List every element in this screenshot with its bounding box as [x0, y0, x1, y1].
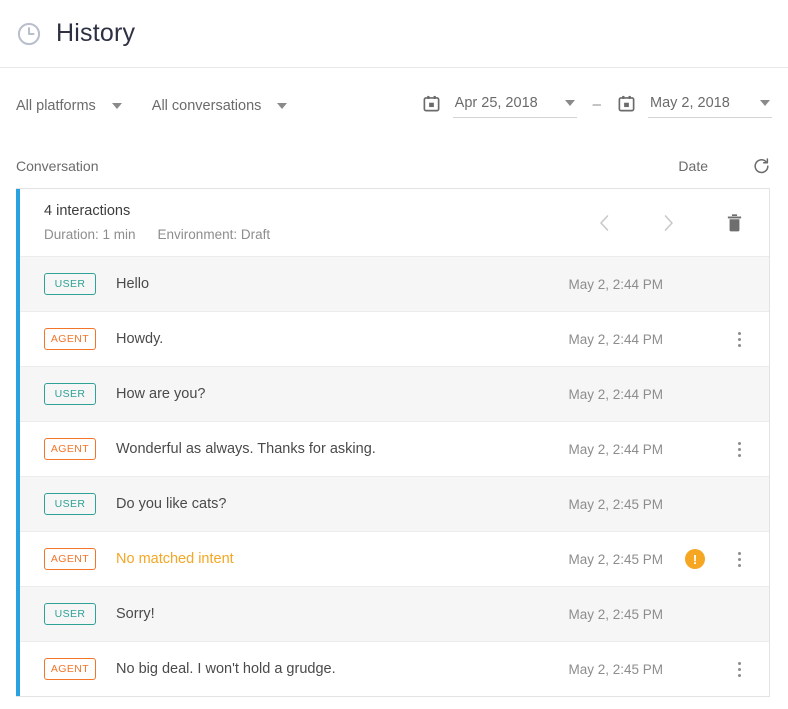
date-to-field[interactable]: May 2, 2018: [648, 95, 772, 118]
chevron-down-icon: [112, 103, 122, 109]
message-text: Hello: [116, 276, 149, 292]
conversation-card: 4 interactions Duration: 1 min Environme…: [16, 188, 770, 697]
conversation-actions: [587, 206, 751, 240]
page-header: History: [0, 0, 788, 68]
date-from-value: Apr 25, 2018: [455, 95, 538, 111]
more-options-icon[interactable]: [727, 550, 751, 568]
message-timestamp: May 2, 2:44 PM: [568, 387, 663, 402]
message-row[interactable]: USER How are you? May 2, 2:44 PM: [20, 366, 769, 421]
message-text: Sorry!: [116, 606, 155, 622]
table-header: Conversation Date: [0, 144, 788, 188]
message-row[interactable]: AGENT No matched intent May 2, 2:45 PM!: [20, 531, 769, 586]
clock-icon: [16, 21, 42, 47]
message-list: USER Hello May 2, 2:44 PM AGENT Howdy. May 2,…: [20, 256, 769, 696]
message-text: Wonderful as always. Thanks for asking.: [116, 441, 376, 457]
message-timestamp: May 2, 2:45 PM: [568, 552, 663, 567]
chevron-left-icon[interactable]: [587, 206, 621, 240]
message-timestamp: May 2, 2:44 PM: [568, 277, 663, 292]
message-timestamp: May 2, 2:45 PM: [568, 607, 663, 622]
history-page: History All platforms All conversations …: [0, 0, 788, 709]
message-row[interactable]: AGENT Howdy. May 2, 2:44 PM: [20, 311, 769, 366]
message-text: No big deal. I won't hold a grudge.: [116, 661, 336, 677]
refresh-icon[interactable]: [750, 155, 772, 177]
filter-bar: All platforms All conversations Apr 25, …: [0, 68, 788, 144]
message-timestamp: May 2, 2:44 PM: [568, 332, 663, 347]
warning-icon[interactable]: !: [685, 549, 705, 569]
column-header-conversation: Conversation: [16, 158, 99, 174]
column-header-date: Date: [678, 158, 708, 174]
message-text: No matched intent: [116, 551, 234, 567]
message-timestamp: May 2, 2:45 PM: [568, 662, 663, 677]
agent-badge: AGENT: [44, 548, 96, 570]
message-text: Howdy.: [116, 331, 163, 347]
trash-icon[interactable]: [717, 206, 751, 240]
conversation-meta: 4 interactions Duration: 1 min Environme…: [44, 203, 270, 242]
page-title: History: [56, 19, 135, 48]
conversation-duration: Duration: 1 min: [44, 227, 136, 242]
date-to-value: May 2, 2018: [650, 95, 730, 111]
agent-badge: AGENT: [44, 438, 96, 460]
message-timestamp: May 2, 2:44 PM: [568, 442, 663, 457]
user-badge: USER: [44, 603, 96, 625]
message-row[interactable]: USER Sorry! May 2, 2:45 PM: [20, 586, 769, 641]
message-row[interactable]: AGENT Wonderful as always. Thanks for ask…: [20, 421, 769, 476]
chevron-down-icon: [277, 103, 287, 109]
interaction-count: 4 interactions: [44, 203, 270, 219]
card-accent-bar: [16, 189, 20, 696]
date-range-separator: –: [593, 96, 601, 113]
agent-badge: AGENT: [44, 328, 96, 350]
more-options-icon[interactable]: [727, 330, 751, 348]
more-options-icon[interactable]: [727, 660, 751, 678]
chevron-down-icon: [760, 100, 770, 106]
conversation-filter-dropdown[interactable]: All conversations: [152, 98, 288, 114]
conversation-summary: 4 interactions Duration: 1 min Environme…: [20, 189, 769, 256]
chevron-down-icon: [565, 100, 575, 106]
chevron-right-icon[interactable]: [651, 206, 685, 240]
conversation-filter-label: All conversations: [152, 98, 262, 114]
user-badge: USER: [44, 493, 96, 515]
platform-filter-label: All platforms: [16, 98, 96, 114]
message-text: Do you like cats?: [116, 496, 226, 512]
message-text: How are you?: [116, 386, 205, 402]
date-from-field[interactable]: Apr 25, 2018: [453, 95, 577, 118]
message-row[interactable]: USER Do you like cats? May 2, 2:45 PM: [20, 476, 769, 531]
agent-badge: AGENT: [44, 658, 96, 680]
calendar-icon[interactable]: [422, 94, 441, 118]
user-badge: USER: [44, 273, 96, 295]
conversation-environment: Environment: Draft: [158, 227, 271, 242]
message-timestamp: May 2, 2:45 PM: [568, 497, 663, 512]
message-row[interactable]: AGENT No big deal. I won't hold a grudge.…: [20, 641, 769, 696]
platform-filter-dropdown[interactable]: All platforms: [16, 98, 122, 114]
user-badge: USER: [44, 383, 96, 405]
calendar-icon[interactable]: [617, 94, 636, 118]
conversation-details: Duration: 1 min Environment: Draft: [44, 227, 270, 242]
message-row[interactable]: USER Hello May 2, 2:44 PM: [20, 256, 769, 311]
more-options-icon[interactable]: [727, 440, 751, 458]
date-range-group: Apr 25, 2018 – May 2, 2018: [422, 94, 772, 118]
